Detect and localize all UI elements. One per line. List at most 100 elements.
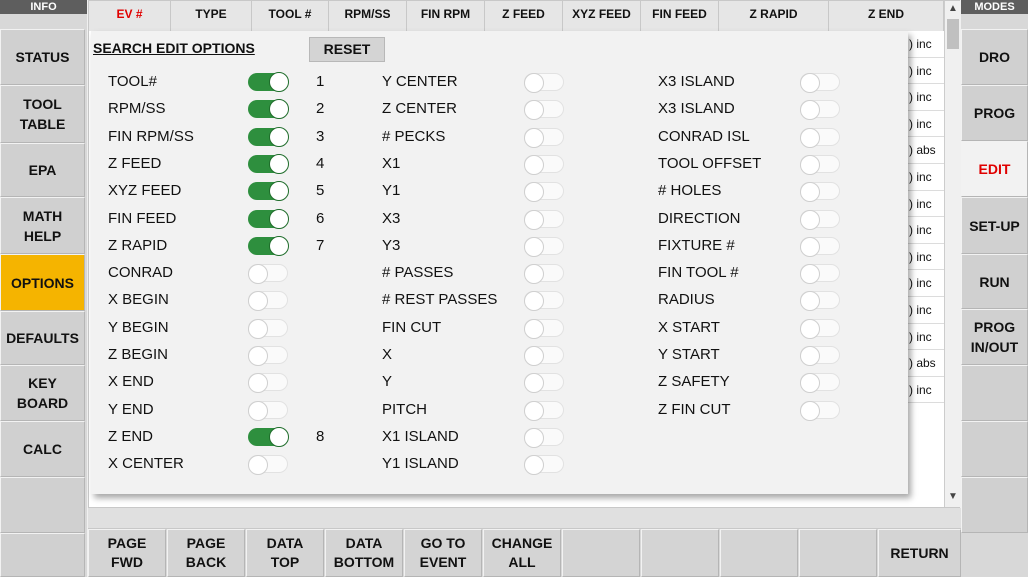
- toggle-y-center[interactable]: [524, 73, 564, 93]
- toggle-tool-offset[interactable]: [800, 154, 840, 175]
- toggle-fin-rpm-ss[interactable]: [248, 126, 289, 147]
- option-label: RADIUS: [658, 291, 715, 309]
- sidebar-button-blank-9[interactable]: [0, 533, 85, 577]
- option-label: Y1: [382, 182, 401, 200]
- toggle-knob: [800, 346, 820, 366]
- sidebar-button-math-help[interactable]: MATH HELP: [0, 197, 85, 254]
- sidebar-button-calc[interactable]: CALC: [0, 421, 85, 477]
- column-header-rpm-ss[interactable]: RPM/SS: [329, 1, 407, 31]
- column-header-z-end[interactable]: Z END: [829, 1, 944, 31]
- mode-button-blank-6[interactable]: [961, 365, 1028, 421]
- option-row-z-begin: Z BEGIN: [108, 344, 348, 366]
- toggle-z-center[interactable]: [524, 100, 564, 121]
- toolbar-button-page-back[interactable]: PAGE BACK: [167, 529, 245, 577]
- toggle-fin-tool[interactable]: [800, 264, 840, 285]
- sidebar-button-blank-8[interactable]: [0, 477, 85, 533]
- mode-button-dro[interactable]: DRO: [961, 29, 1028, 85]
- toolbar-button-page-fwd[interactable]: PAGE FWD: [88, 529, 166, 577]
- option-row-y-center: Y CENTER: [382, 71, 652, 93]
- chevron-up-icon[interactable]: ▲: [945, 1, 961, 17]
- toggle-fin-feed[interactable]: [248, 208, 289, 229]
- toggle-x3-island[interactable]: [800, 100, 840, 121]
- toggle-y1-island[interactable]: [524, 455, 564, 476]
- table-scrollbar[interactable]: ▲ ▼: [944, 1, 961, 507]
- toggle-passes[interactable]: [524, 264, 564, 285]
- option-order-number: 7: [316, 236, 325, 254]
- toggle-pecks[interactable]: [524, 127, 564, 148]
- toolbar-button-go-to-event[interactable]: GO TO EVENT: [404, 529, 482, 577]
- toggle-z-begin[interactable]: [248, 346, 288, 366]
- sidebar-button-status[interactable]: STATUS: [0, 29, 85, 85]
- toggle-fixture[interactable]: [800, 236, 840, 257]
- sidebar-button-epa[interactable]: EPA: [0, 143, 85, 197]
- toolbar-button-data-bottom[interactable]: DATA BOTTOM: [325, 529, 403, 577]
- toolbar-button-return[interactable]: RETURN: [878, 529, 961, 577]
- mode-button-set-up[interactable]: SET-UP: [961, 197, 1028, 254]
- column-header-fin-feed[interactable]: FIN FEED: [641, 1, 719, 31]
- mode-button-blank-8[interactable]: [961, 477, 1028, 533]
- toggle-rest-passes[interactable]: [524, 291, 564, 312]
- column-header-tool[interactable]: TOOL #: [252, 1, 329, 31]
- toggle-z-rapid[interactable]: [248, 235, 289, 256]
- toggle-x-end[interactable]: [248, 373, 288, 394]
- toggle-z-fin-cut[interactable]: [800, 400, 840, 421]
- toggle-x-start[interactable]: [800, 318, 840, 339]
- column-header-ev[interactable]: EV #: [89, 1, 171, 31]
- toggle-x3[interactable]: [524, 209, 564, 230]
- toggle-xyz-feed[interactable]: [248, 181, 289, 202]
- chevron-down-icon[interactable]: ▼: [945, 489, 961, 505]
- toggle-y-end[interactable]: [248, 400, 288, 421]
- toggle-rpm-ss[interactable]: [248, 99, 289, 120]
- mode-button-run[interactable]: RUN: [961, 254, 1028, 309]
- toggle-y3[interactable]: [524, 236, 564, 257]
- toolbar-button-blank-6[interactable]: [562, 529, 640, 577]
- toolbar-button-data-top[interactable]: DATA TOP: [246, 529, 324, 577]
- column-header-fin-rpm[interactable]: FIN RPM: [407, 1, 485, 31]
- scroll-thumb[interactable]: [947, 19, 959, 49]
- option-row-z-rapid: Z RAPID 7: [108, 235, 348, 257]
- toggle-conrad-isl[interactable]: [800, 127, 840, 148]
- column-header-xyz-feed[interactable]: XYZ FEED: [563, 1, 641, 31]
- toggle-y[interactable]: [524, 373, 564, 394]
- mode-button-prog[interactable]: PROG: [961, 85, 1028, 141]
- toolbar-button-blank-9[interactable]: [799, 529, 877, 577]
- option-row-direction: DIRECTION: [658, 208, 928, 230]
- column-header-z-feed[interactable]: Z FEED: [485, 1, 563, 31]
- mode-button-blank-7[interactable]: [961, 421, 1028, 477]
- toggle-x-begin[interactable]: [248, 291, 288, 312]
- column-header-z-rapid[interactable]: Z RAPID: [719, 1, 829, 31]
- option-row-holes: # HOLES: [658, 180, 928, 203]
- mode-button-edit[interactable]: EDIT: [961, 141, 1028, 197]
- toggle-y-start[interactable]: [800, 346, 840, 366]
- mode-button-prog-in-out[interactable]: PROG IN/OUT: [961, 309, 1028, 365]
- toggle-x1[interactable]: [524, 154, 564, 175]
- toggle-y1[interactable]: [524, 182, 564, 203]
- toolbar-button-blank-8[interactable]: [720, 529, 798, 577]
- toggle-z-feed[interactable]: [248, 153, 289, 174]
- toggle-x-center[interactable]: [248, 455, 288, 476]
- option-label: Y1 ISLAND: [382, 455, 459, 473]
- sidebar-button-key-board[interactable]: KEY BOARD: [0, 365, 85, 421]
- sidebar-button-defaults[interactable]: DEFAULTS: [0, 311, 85, 365]
- toggle-x1-island[interactable]: [524, 427, 564, 448]
- sidebar-button-options[interactable]: OPTIONS: [0, 254, 85, 311]
- toggle-z-safety[interactable]: [800, 373, 840, 394]
- toggle-conrad[interactable]: [248, 264, 288, 285]
- toggle-fin-cut[interactable]: [524, 318, 564, 339]
- column-header-type[interactable]: TYPE: [171, 1, 252, 31]
- toolbar-button-change-all[interactable]: CHANGE ALL: [483, 529, 561, 577]
- modes-header: MODES: [961, 0, 1028, 14]
- toggle-y-begin[interactable]: [248, 318, 288, 339]
- option-label: # REST PASSES: [382, 291, 498, 309]
- toggle-tool[interactable]: [248, 72, 289, 92]
- sidebar-button-tool-table[interactable]: TOOL TABLE: [0, 85, 85, 143]
- toggle-z-end[interactable]: [248, 426, 289, 447]
- toggle-pitch[interactable]: [524, 400, 564, 421]
- toggle-direction[interactable]: [800, 209, 840, 230]
- toggle-x3-island[interactable]: [800, 73, 840, 93]
- toggle-radius[interactable]: [800, 291, 840, 312]
- reset-button[interactable]: RESET: [309, 37, 385, 62]
- toolbar-button-blank-7[interactable]: [641, 529, 719, 577]
- toggle-holes[interactable]: [800, 182, 840, 203]
- toggle-x[interactable]: [524, 346, 564, 366]
